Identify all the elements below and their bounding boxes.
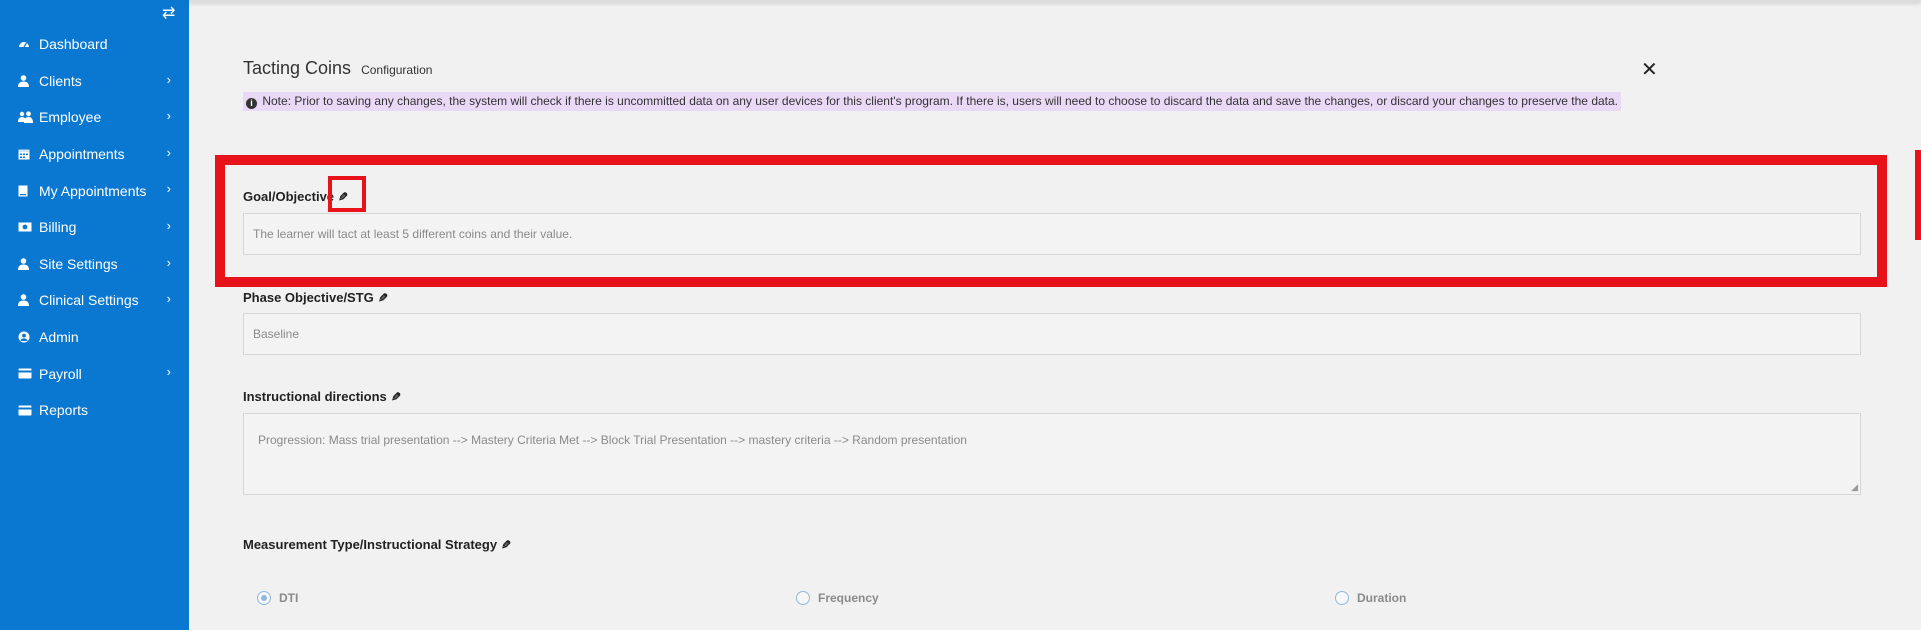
- phase-objective-label: Phase Objective/STG ✎: [243, 290, 388, 305]
- chevron-right-icon: ›: [166, 254, 171, 270]
- field-value: The learner will tact at least 5 differe…: [253, 227, 573, 241]
- user-icon: [18, 75, 36, 87]
- close-icon[interactable]: ✕: [1641, 57, 1658, 82]
- edit-pencil-icon[interactable]: ✎: [338, 190, 348, 204]
- sidebar-item-employee[interactable]: Employee ›: [0, 99, 189, 136]
- radio-button[interactable]: [257, 591, 271, 605]
- sidebar-item-label: Reports: [39, 402, 89, 419]
- sidebar-item-label: Clients: [39, 72, 82, 89]
- radio-label: Frequency: [818, 591, 879, 605]
- sidebar-toggle-icon[interactable]: ⇄: [162, 3, 175, 23]
- money-icon: [18, 222, 36, 232]
- sidebar-item-label: Admin: [39, 329, 79, 346]
- book-icon: [18, 185, 36, 197]
- sidebar-item-site-settings[interactable]: Site Settings ›: [0, 246, 189, 283]
- sidebar-item-label: Appointments: [39, 146, 125, 163]
- sidebar-item-reports[interactable]: Reports: [0, 392, 189, 429]
- sidebar-item-label: My Appointments: [39, 182, 147, 199]
- calendar-icon: [18, 148, 36, 160]
- page-title: Tacting Coins: [243, 58, 352, 78]
- instructional-directions-textarea[interactable]: Progression: Mass trial presentation -->…: [243, 413, 1861, 495]
- resize-handle-icon[interactable]: ◢: [1851, 483, 1858, 492]
- edit-pencil-icon[interactable]: ✎: [391, 390, 401, 404]
- goal-objective-field[interactable]: The learner will tact at least 5 differe…: [243, 213, 1861, 255]
- info-icon: i: [246, 98, 257, 109]
- sidebar-item-dashboard[interactable]: Dashboard: [0, 26, 189, 63]
- goal-objective-label: Goal/Objective ✎: [243, 189, 348, 204]
- page-subtitle: Configuration: [361, 63, 433, 77]
- chevron-right-icon: ›: [166, 291, 171, 307]
- main-content: Tacting Coins Configuration ✕ i Note: Pr…: [189, 0, 1921, 630]
- radio-button[interactable]: [1335, 591, 1349, 605]
- sidebar-item-label: Clinical Settings: [39, 292, 139, 309]
- sidebar: ⇄ Dashboard Clients › Employee › Appoint…: [0, 0, 189, 630]
- sidebar-item-clients[interactable]: Clients ›: [0, 63, 189, 100]
- sidebar-item-clinical-settings[interactable]: Clinical Settings ›: [0, 282, 189, 319]
- chevron-right-icon: ›: [166, 364, 171, 380]
- dashboard-icon: [18, 38, 36, 50]
- users-icon: [18, 111, 36, 124]
- radio-option-dti[interactable]: DTI: [257, 591, 298, 605]
- edit-pencil-icon[interactable]: ✎: [378, 291, 388, 305]
- sidebar-item-admin[interactable]: Admin: [0, 319, 189, 356]
- credit-card-icon: [18, 368, 36, 379]
- phase-objective-field[interactable]: Baseline: [243, 313, 1861, 355]
- chevron-right-icon: ›: [166, 217, 171, 233]
- user-icon: [18, 294, 36, 307]
- sidebar-item-label: Billing: [39, 219, 77, 236]
- info-note: i Note: Prior to saving any changes, the…: [243, 92, 1622, 111]
- field-value: Baseline: [253, 327, 300, 341]
- field-value: Progression: Mass trial presentation -->…: [258, 433, 967, 447]
- field-label-text: Instructional directions: [243, 389, 387, 404]
- edit-pencil-icon[interactable]: ✎: [501, 538, 511, 552]
- sidebar-item-billing[interactable]: Billing ›: [0, 209, 189, 246]
- sidebar-item-label: Site Settings: [39, 255, 118, 272]
- sidebar-item-payroll[interactable]: Payroll ›: [0, 355, 189, 392]
- chevron-right-icon: ›: [166, 144, 171, 160]
- measurement-type-label: Measurement Type/Instructional Strategy …: [243, 537, 511, 552]
- chevron-right-icon: ›: [166, 71, 171, 87]
- info-note-text: Note: Prior to saving any changes, the s…: [262, 94, 1619, 108]
- sidebar-item-label: Employee: [39, 109, 102, 126]
- chevron-right-icon: ›: [166, 181, 171, 197]
- radio-label: Duration: [1357, 591, 1407, 605]
- field-label-text: Measurement Type/Instructional Strategy: [243, 537, 498, 552]
- user-circle-icon: [18, 331, 36, 343]
- sidebar-item-appointments[interactable]: Appointments ›: [0, 136, 189, 173]
- credit-card-icon: [18, 405, 36, 416]
- sidebar-nav: Dashboard Clients › Employee › Appointme…: [0, 26, 189, 429]
- chevron-right-icon: ›: [166, 108, 171, 124]
- field-label-text: Phase Objective/STG: [243, 290, 374, 305]
- user-icon: [18, 258, 36, 270]
- modal-header: Tacting Coins Configuration: [243, 58, 432, 79]
- sidebar-item-my-appointments[interactable]: My Appointments ›: [0, 172, 189, 209]
- radio-button[interactable]: [796, 591, 810, 605]
- sidebar-item-label: Dashboard: [39, 36, 108, 53]
- sidebar-item-label: Payroll: [39, 365, 82, 382]
- radio-option-duration[interactable]: Duration: [1335, 591, 1406, 605]
- field-label-text: Goal/Objective: [243, 189, 335, 204]
- radio-option-frequency[interactable]: Frequency: [796, 591, 879, 605]
- radio-label: DTI: [279, 591, 299, 605]
- instructional-directions-label: Instructional directions ✎: [243, 389, 401, 404]
